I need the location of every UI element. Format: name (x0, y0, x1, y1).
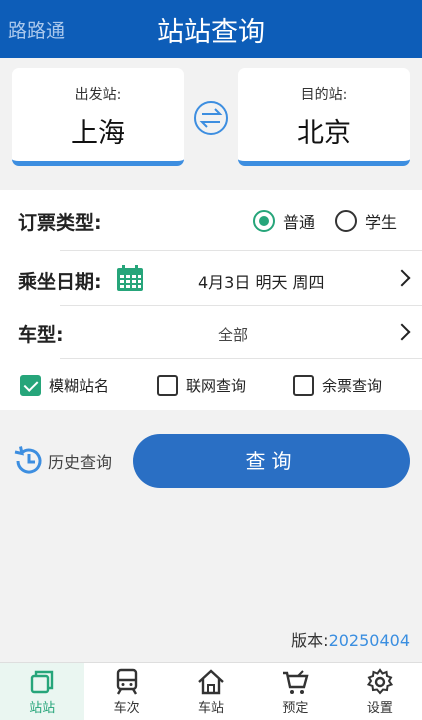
departure-label: 出发站: (74, 87, 122, 103)
date-value: 4月3日 明天 周四 (198, 273, 325, 292)
tab-station-label: 车站 (198, 701, 225, 716)
tab-station-to-station-label: 站站 (29, 701, 56, 716)
checkbox-fuzzy-box (20, 375, 41, 396)
tab-train-number[interactable]: 车次 (84, 663, 168, 720)
checkbox-online-label: 联网查询 (186, 377, 247, 395)
gear-icon (366, 668, 393, 695)
checkbox-remaining-tickets[interactable]: 余票查询 (293, 375, 382, 396)
tab-station-to-station[interactable]: 站站 (0, 663, 85, 720)
chevron-right-icon (393, 323, 411, 341)
tab-booking[interactable]: 预定 (253, 663, 337, 720)
train-type-row[interactable]: 车型: 全部 (0, 306, 422, 358)
date-label: 乘坐日期: (18, 271, 102, 293)
train-type-value: 全部 (218, 326, 249, 344)
query-button[interactable]: 查询 (133, 434, 410, 488)
divider (60, 358, 422, 359)
tab-settings[interactable]: 设置 (338, 663, 422, 720)
bottom-tab-bar: 站站 车次 车站 预定 设置 (0, 662, 422, 720)
tab-train-number-label: 车次 (113, 701, 140, 716)
header-bar: 路路通 站站查询 (0, 0, 422, 58)
radio-regular-label: 普通 (283, 213, 316, 232)
version-label: 版本: (291, 631, 329, 650)
version-info: 版本:20250404 (291, 627, 410, 651)
checkbox-online-query[interactable]: 联网查询 (157, 375, 246, 396)
train-type-label: 车型: (18, 324, 64, 346)
radio-student[interactable]: 学生 (335, 210, 397, 232)
tab-settings-label: 设置 (366, 701, 393, 716)
chevron-right-icon (393, 269, 411, 287)
version-number: 20250404 (328, 631, 410, 650)
radio-regular[interactable]: 普通 (253, 210, 315, 232)
history-query-button[interactable]: 历史查询 (12, 444, 112, 478)
checkbox-fuzzy-label: 模糊站名 (49, 377, 110, 395)
tab-booking-label: 预定 (282, 701, 309, 716)
history-query-label: 历史查询 (48, 453, 113, 472)
departure-station-name: 上海 (71, 118, 125, 149)
destination-label: 目的站: (300, 87, 348, 103)
station-to-station-icon (31, 670, 54, 694)
checkbox-fuzzy-name[interactable]: 模糊站名 (20, 375, 109, 396)
calendar-icon (117, 265, 143, 291)
history-clock-icon (14, 446, 42, 474)
ticket-type-row: 订票类型: 普通 学生 (0, 190, 422, 250)
destination-station-card[interactable]: 目的站: 北京 (238, 68, 410, 166)
train-icon (116, 668, 137, 695)
ticket-type-label: 订票类型: (18, 212, 102, 234)
page-title: 站站查询 (157, 17, 265, 48)
swap-stations-icon[interactable] (193, 100, 229, 136)
checkbox-remaining-box (293, 375, 314, 396)
date-row[interactable]: 乘坐日期: 4月3日 明天 周四 (0, 251, 422, 305)
checkbox-remaining-label: 余票查询 (322, 377, 383, 395)
home-station-icon (198, 669, 224, 695)
query-form: 订票类型: 普通 学生 乘坐日期: 4月3日 明天 周四 车型: 全部 模糊站名… (0, 190, 422, 410)
radio-student-label: 学生 (365, 213, 398, 232)
tab-station[interactable]: 车站 (169, 663, 253, 720)
radio-student-circle (335, 210, 357, 232)
cart-icon (283, 670, 309, 694)
departure-station-card[interactable]: 出发站: 上海 (12, 68, 184, 166)
radio-regular-circle (253, 210, 275, 232)
checkbox-online-box (157, 375, 178, 396)
destination-station-name: 北京 (297, 118, 351, 149)
